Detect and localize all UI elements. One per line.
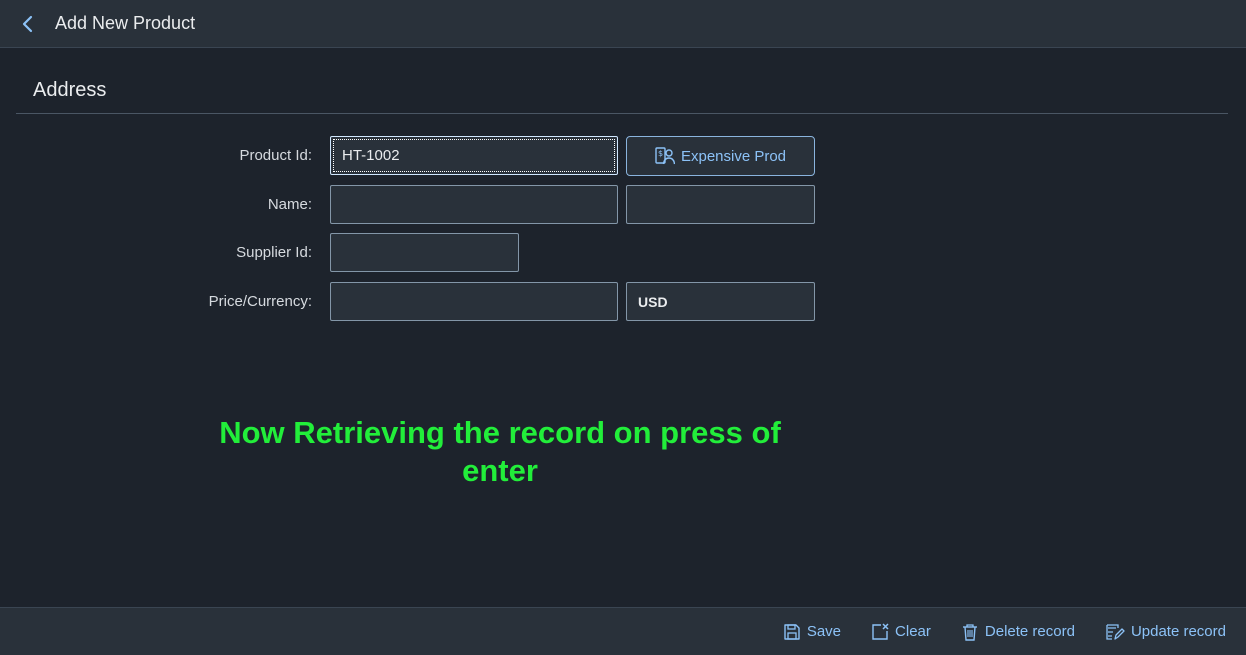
save-button[interactable]: Save — [783, 623, 841, 641]
clear-button[interactable]: Clear — [871, 622, 931, 641]
chevron-left-icon — [22, 15, 33, 32]
expensive-prod-label: Expensive Prod — [680, 147, 787, 165]
section-title: Address — [33, 79, 107, 101]
delete-record-label: Delete record — [984, 623, 1075, 640]
delete-record-button[interactable]: Delete record — [961, 623, 1075, 641]
update-record-label: Update record — [1130, 623, 1226, 640]
name-secondary-input[interactable] — [626, 185, 815, 224]
name-input[interactable] — [330, 185, 618, 224]
overlay-annotation: Now Retrieving the record on press of en… — [180, 414, 820, 490]
clear-label: Clear — [895, 623, 931, 640]
expensive-prod-button[interactable]: $ Expensive Prod — [626, 136, 815, 176]
page-title: Add New Product — [55, 13, 196, 33]
price-input[interactable] — [330, 282, 618, 321]
person-money-icon: $ — [655, 147, 675, 165]
back-button[interactable] — [8, 4, 48, 44]
overlay-line-2: enter — [462, 453, 538, 488]
section-divider — [16, 113, 1228, 114]
clear-icon — [872, 622, 889, 640]
save-label: Save — [806, 623, 842, 640]
name-label: Name: — [267, 196, 312, 213]
save-icon — [784, 623, 800, 640]
page-header: Add New Product — [0, 0, 1246, 48]
overlay-line-1: Now Retrieving the record on press of — [219, 415, 781, 450]
currency-value: USD — [638, 293, 668, 310]
edit-icon — [1106, 623, 1125, 640]
currency-field[interactable]: USD — [626, 282, 815, 321]
supplier-id-input[interactable] — [330, 233, 519, 272]
supplier-id-label: Supplier Id: — [236, 244, 312, 261]
update-record-button[interactable]: Update record — [1105, 623, 1226, 641]
trash-icon — [962, 623, 977, 641]
product-id-label: Product Id: — [239, 147, 312, 164]
footer-toolbar: Save Clear Delete record Update record — [0, 607, 1246, 655]
product-id-input[interactable] — [330, 136, 618, 175]
price-currency-label: Price/Currency: — [208, 293, 312, 310]
svg-text:$: $ — [658, 149, 663, 158]
